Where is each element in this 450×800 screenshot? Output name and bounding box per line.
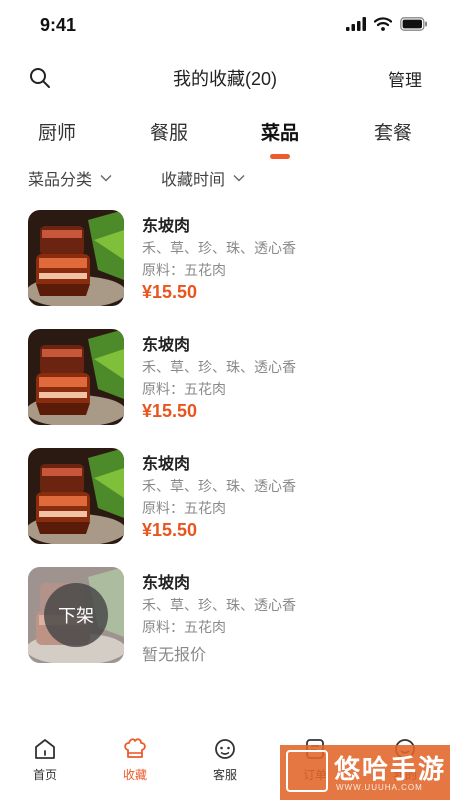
dish-image — [28, 329, 124, 425]
watermark-text: 悠哈手游 — [334, 754, 447, 784]
category-tabs: 厨师 餐服 菜品 套餐 — [0, 112, 450, 159]
list-item[interactable]: 东坡肉 禾、草、珍、珠、透心香 原料：五花肉 ¥15.50 — [0, 208, 450, 308]
chef-hat-icon — [124, 738, 146, 758]
dish-ingredients: 原料：五花肉 — [142, 619, 226, 635]
wifi-icon — [374, 17, 392, 31]
watermark-logo-icon — [286, 750, 328, 792]
dish-name: 东坡肉 — [142, 456, 191, 473]
dish-description: 禾、草、珍、珠、透心香 — [142, 240, 296, 256]
dish-price: ¥15.50 — [142, 520, 198, 540]
dish-description: 禾、草、珍、珠、透心香 — [142, 597, 296, 613]
active-tab-indicator — [270, 154, 290, 159]
dish-image: 下架 — [28, 567, 124, 663]
battery-icon — [400, 17, 427, 31]
tab-waiter[interactable]: 餐服 — [129, 118, 209, 145]
dish-ingredients: 原料：五花肉 — [142, 500, 226, 516]
tabbar-home[interactable]: 首页 — [15, 736, 75, 783]
list-item[interactable]: 东坡肉 禾、草、珍、珠、透心香 原料：五花肉 ¥15.50 — [0, 327, 450, 427]
off-shelf-badge: 下架 — [44, 583, 108, 647]
dish-description: 禾、草、珍、珠、透心香 — [142, 478, 296, 494]
manage-button[interactable]: 管理 — [388, 66, 422, 91]
dish-image — [28, 210, 124, 306]
dish-price: ¥15.50 — [142, 401, 198, 421]
dish-description: 禾、草、珍、珠、透心香 — [142, 359, 296, 375]
dish-name: 东坡肉 — [142, 218, 191, 235]
status-icons — [346, 17, 428, 31]
category-filter-dropdown[interactable]: 菜品分类 — [28, 166, 112, 190]
list-item[interactable]: 东坡肉 禾、草、珍、珠、透心香 原料：五花肉 ¥15.50 — [0, 446, 450, 546]
page-title: 我的收藏(20) — [172, 69, 277, 89]
dish-price-unavailable: 暂无报价 — [142, 647, 207, 664]
tab-set-meals[interactable]: 套餐 — [353, 118, 433, 145]
tab-dishes-label: 菜品 — [260, 123, 299, 144]
time-filter-label: 收藏时间 — [161, 172, 226, 189]
customer-service-icon — [215, 739, 235, 759]
filter-bar: 菜品分类 收藏时间 — [0, 162, 450, 192]
time-filter-dropdown[interactable]: 收藏时间 — [161, 166, 245, 190]
dish-ingredients: 原料：五花肉 — [142, 262, 226, 278]
dish-image — [28, 448, 124, 544]
status-bar: 9:41 — [0, 0, 450, 50]
home-icon — [35, 739, 55, 759]
tabbar-customer-service[interactable]: 客服 — [195, 736, 255, 783]
dish-price: ¥15.50 — [142, 282, 198, 302]
tab-dishes[interactable]: 菜品 — [240, 118, 320, 159]
tab-chef[interactable]: 厨师 — [17, 118, 97, 145]
category-filter-label: 菜品分类 — [28, 172, 93, 189]
chevron-down-icon — [233, 175, 245, 182]
chevron-down-icon — [100, 175, 112, 182]
list-item[interactable]: 下架 东坡肉 禾、草、珍、珠、透心香 原料：五花肉 暂无报价 — [0, 565, 450, 665]
status-time: 9:41 — [40, 15, 77, 35]
dish-name: 东坡肉 — [142, 337, 191, 354]
tabbar-home-label: 首页 — [32, 768, 57, 782]
tabbar-favorites-label: 收藏 — [122, 768, 147, 782]
tabbar-favorites[interactable]: 收藏 — [105, 736, 165, 783]
tabbar-customer-service-label: 客服 — [212, 768, 237, 782]
watermark: 悠哈手游 WWW.UUUHA.COM — [280, 745, 450, 800]
watermark-subtext: WWW.UUUHA.COM — [336, 783, 423, 792]
cellular-signal-icon — [346, 17, 366, 31]
dish-ingredients: 原料：五花肉 — [142, 381, 226, 397]
dish-name: 东坡肉 — [142, 575, 191, 592]
nav-bar: 我的收藏(20) 管理 — [0, 55, 450, 99]
